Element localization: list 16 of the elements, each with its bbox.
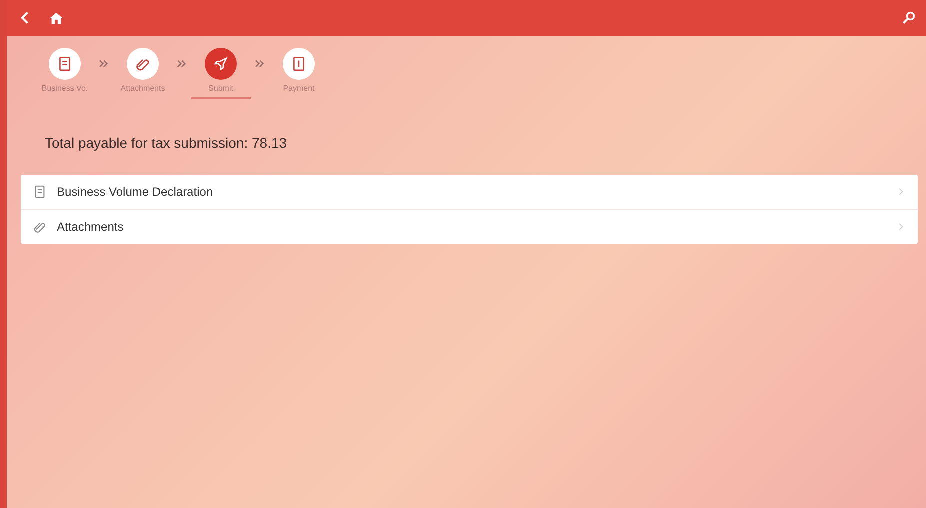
- step-tab[interactable]: Attachments: [113, 48, 173, 99]
- chevron-icon: [177, 60, 187, 68]
- document-icon: [33, 185, 47, 199]
- total-payable-text: Total payable for tax submission: 78.13: [45, 135, 288, 151]
- chevron-right-icon: [899, 223, 904, 231]
- chevron-icon: [99, 60, 109, 68]
- home-icon[interactable]: [49, 10, 64, 26]
- paperclip-icon: [33, 220, 47, 234]
- step-tab[interactable]: Submit: [191, 48, 251, 99]
- chevron-icon: [255, 60, 265, 68]
- list-item[interactable]: Business Volume Declaration: [21, 175, 918, 210]
- step-tab[interactable]: Business Vo.: [35, 48, 95, 99]
- step-tab[interactable]: Payment: [269, 48, 329, 99]
- list-item[interactable]: Attachments: [21, 210, 918, 244]
- chevron-right-icon: [899, 188, 904, 196]
- document-icon: [57, 56, 73, 72]
